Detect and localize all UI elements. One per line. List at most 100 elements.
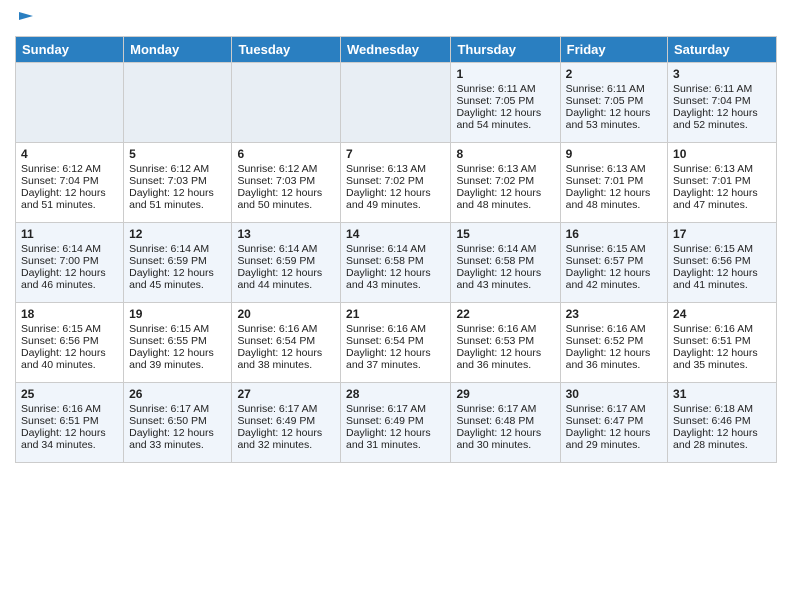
day-info-line: Sunset: 7:03 PM bbox=[129, 175, 226, 187]
day-number: 3 bbox=[673, 67, 771, 81]
day-info-line: Daylight: 12 hours bbox=[346, 187, 445, 199]
day-info-line: Sunrise: 6:16 AM bbox=[346, 323, 445, 335]
calendar-header-row: SundayMondayTuesdayWednesdayThursdayFrid… bbox=[16, 37, 777, 63]
day-info-line: Daylight: 12 hours bbox=[456, 347, 554, 359]
day-info-line: Daylight: 12 hours bbox=[566, 347, 662, 359]
weekday-header-thursday: Thursday bbox=[451, 37, 560, 63]
calendar-day-cell: 31 Sunrise: 6:18 AMSunset: 6:46 PMDayligh… bbox=[668, 383, 777, 463]
day-number: 30 bbox=[566, 387, 662, 401]
day-number: 28 bbox=[346, 387, 445, 401]
calendar-week-row: 11Sunrise: 6:14 AMSunset: 7:00 PMDayligh… bbox=[16, 223, 777, 303]
calendar-day-cell: 17Sunrise: 6:15 AMSunset: 6:56 PMDayligh… bbox=[668, 223, 777, 303]
day-info-line: and 48 minutes. bbox=[566, 199, 662, 211]
calendar-day-cell: 26Sunrise: 6:17 AMSunset: 6:50 PMDayligh… bbox=[124, 383, 232, 463]
day-info-line: Sunset: 6:50 PM bbox=[129, 415, 226, 427]
day-info-line: Daylight: 12 hours bbox=[673, 427, 771, 439]
calendar-day-cell: 21Sunrise: 6:16 AMSunset: 6:54 PMDayligh… bbox=[341, 303, 451, 383]
calendar-day-cell: 4 Sunrise: 6:12 AMSunset: 7:04 PMDaylight… bbox=[16, 143, 124, 223]
day-info-line: Daylight: 12 hours bbox=[673, 347, 771, 359]
day-info-line: Sunset: 7:05 PM bbox=[456, 95, 554, 107]
calendar-week-row: 1Sunrise: 6:11 AMSunset: 7:05 PMDaylight… bbox=[16, 63, 777, 143]
calendar-week-row: 4Sunrise: 6:12 AMSunset: 7:04 PMDaylight… bbox=[16, 143, 777, 223]
day-number: 29 bbox=[456, 387, 554, 401]
day-info-line: Sunset: 7:00 PM bbox=[21, 255, 118, 267]
page: SundayMondayTuesdayWednesdayThursdayFrid… bbox=[0, 0, 792, 473]
day-info-line: Daylight: 12 hours bbox=[237, 267, 335, 279]
day-info-line: and 51 minutes. bbox=[21, 199, 118, 211]
calendar-day-cell: 22Sunrise: 6:16 AMSunset: 6:53 PMDayligh… bbox=[451, 303, 560, 383]
day-info-line: Sunset: 6:49 PM bbox=[346, 415, 445, 427]
day-info-line: Sunrise: 6:14 AM bbox=[346, 243, 445, 255]
day-info-line: Daylight: 12 hours bbox=[566, 267, 662, 279]
day-info-line: and 43 minutes. bbox=[456, 279, 554, 291]
weekday-header-tuesday: Tuesday bbox=[232, 37, 341, 63]
day-info-line: and 42 minutes. bbox=[566, 279, 662, 291]
day-info-line: Sunset: 6:46 PM bbox=[673, 415, 771, 427]
day-info-line: Sunrise: 6:16 AM bbox=[237, 323, 335, 335]
day-info-line: and 36 minutes. bbox=[456, 359, 554, 371]
day-info-line: Sunrise: 6:11 AM bbox=[673, 83, 771, 95]
day-number: 25 bbox=[21, 387, 118, 401]
calendar-day-cell: 8Sunrise: 6:13 AMSunset: 7:02 PMDaylight… bbox=[451, 143, 560, 223]
day-info-line: Sunset: 6:54 PM bbox=[346, 335, 445, 347]
day-number: 9 bbox=[566, 147, 662, 161]
day-info-line: Daylight: 12 hours bbox=[129, 427, 226, 439]
day-info-line: and 47 minutes. bbox=[673, 199, 771, 211]
day-info-line: Sunrise: 6:14 AM bbox=[456, 243, 554, 255]
day-info-line: and 38 minutes. bbox=[237, 359, 335, 371]
day-info-line: Daylight: 12 hours bbox=[673, 187, 771, 199]
day-info-line: Sunrise: 6:17 AM bbox=[456, 403, 554, 415]
day-info-line: Sunset: 7:05 PM bbox=[566, 95, 662, 107]
day-info-line: and 45 minutes. bbox=[129, 279, 226, 291]
calendar-day-cell: 7Sunrise: 6:13 AMSunset: 7:02 PMDaylight… bbox=[341, 143, 451, 223]
calendar-day-cell: 3Sunrise: 6:11 AMSunset: 7:04 PMDaylight… bbox=[668, 63, 777, 143]
day-info-line: Sunrise: 6:15 AM bbox=[566, 243, 662, 255]
day-info-line: and 51 minutes. bbox=[129, 199, 226, 211]
day-info-line: Sunrise: 6:15 AM bbox=[673, 243, 771, 255]
day-number: 6 bbox=[237, 147, 335, 161]
calendar-day-cell: 13Sunrise: 6:14 AMSunset: 6:59 PMDayligh… bbox=[232, 223, 341, 303]
calendar-day-cell: 5Sunrise: 6:12 AMSunset: 7:03 PMDaylight… bbox=[124, 143, 232, 223]
day-info-line: Sunrise: 6:16 AM bbox=[21, 403, 118, 415]
day-number: 17 bbox=[673, 227, 771, 241]
day-info-line: Daylight: 12 hours bbox=[346, 267, 445, 279]
day-number: 31 bbox=[673, 387, 771, 401]
calendar-day-cell: 6Sunrise: 6:12 AMSunset: 7:03 PMDaylight… bbox=[232, 143, 341, 223]
logo bbox=[15, 10, 35, 28]
day-info-line: Daylight: 12 hours bbox=[456, 427, 554, 439]
calendar-week-row: 18Sunrise: 6:15 AMSunset: 6:56 PMDayligh… bbox=[16, 303, 777, 383]
day-info-line: and 46 minutes. bbox=[21, 279, 118, 291]
calendar-day-cell: 11Sunrise: 6:14 AMSunset: 7:00 PMDayligh… bbox=[16, 223, 124, 303]
day-number: 5 bbox=[129, 147, 226, 161]
day-info-line: Sunset: 7:02 PM bbox=[346, 175, 445, 187]
day-info-line: and 30 minutes. bbox=[456, 439, 554, 451]
day-info-line: Sunset: 7:04 PM bbox=[21, 175, 118, 187]
day-info-line: Sunrise: 6:18 AM bbox=[673, 403, 771, 415]
day-info-line: Sunrise: 6:16 AM bbox=[456, 323, 554, 335]
day-info-line: and 37 minutes. bbox=[346, 359, 445, 371]
day-info-line: Daylight: 12 hours bbox=[21, 187, 118, 199]
day-info-line: Sunrise: 6:15 AM bbox=[129, 323, 226, 335]
day-info-line: and 48 minutes. bbox=[456, 199, 554, 211]
day-number: 26 bbox=[129, 387, 226, 401]
day-info-line: Sunrise: 6:11 AM bbox=[566, 83, 662, 95]
day-info-line: Sunrise: 6:12 AM bbox=[21, 163, 118, 175]
day-info-line: and 50 minutes. bbox=[237, 199, 335, 211]
day-number: 4 bbox=[21, 147, 118, 161]
day-info-line: and 36 minutes. bbox=[566, 359, 662, 371]
calendar-day-cell: 16Sunrise: 6:15 AMSunset: 6:57 PMDayligh… bbox=[560, 223, 667, 303]
calendar-day-cell: 30Sunrise: 6:17 AMSunset: 6:47 PMDayligh… bbox=[560, 383, 667, 463]
day-info-line: Sunset: 7:01 PM bbox=[673, 175, 771, 187]
day-info-line: Sunrise: 6:14 AM bbox=[21, 243, 118, 255]
weekday-header-wednesday: Wednesday bbox=[341, 37, 451, 63]
day-number: 13 bbox=[237, 227, 335, 241]
day-number: 18 bbox=[21, 307, 118, 321]
day-number: 19 bbox=[129, 307, 226, 321]
day-info-line: Daylight: 12 hours bbox=[129, 347, 226, 359]
day-info-line: Daylight: 12 hours bbox=[346, 427, 445, 439]
day-info-line: and 43 minutes. bbox=[346, 279, 445, 291]
calendar-day-cell: 1Sunrise: 6:11 AMSunset: 7:05 PMDaylight… bbox=[451, 63, 560, 143]
day-info-line: Sunrise: 6:15 AM bbox=[21, 323, 118, 335]
calendar-day-cell: 14Sunrise: 6:14 AMSunset: 6:58 PMDayligh… bbox=[341, 223, 451, 303]
day-number: 21 bbox=[346, 307, 445, 321]
